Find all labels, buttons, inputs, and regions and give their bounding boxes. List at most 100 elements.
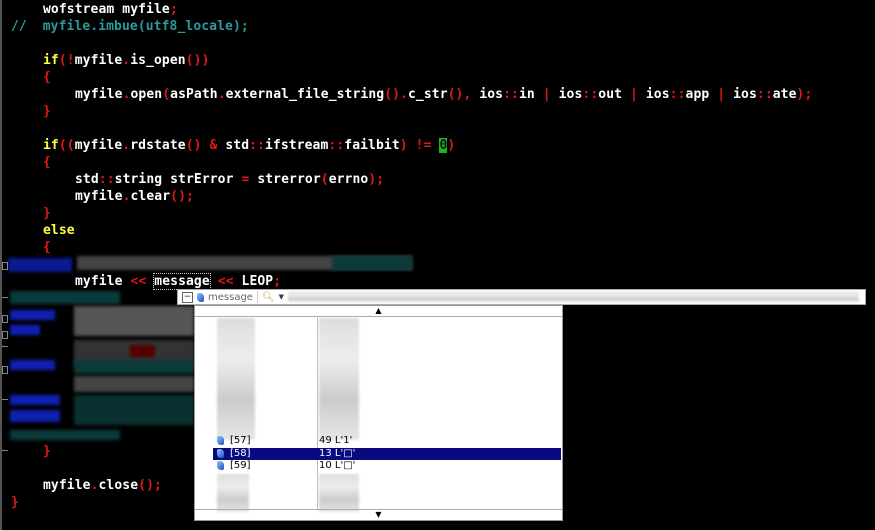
- magnifier-icon[interactable]: 🔍︎: [262, 292, 275, 303]
- fold-marker[interactable]: [2, 331, 8, 339]
- fold-marker[interactable]: [2, 315, 8, 323]
- code-token: myfile: [43, 478, 91, 493]
- redacted-code: [74, 360, 194, 374]
- code-token: .: [122, 87, 131, 102]
- code-token: in: [518, 87, 543, 102]
- datatip-value-blurred: [288, 292, 859, 302]
- element-index: [59]: [230, 460, 251, 471]
- code-line: {: [43, 154, 51, 171]
- fold-marker[interactable]: [2, 262, 8, 270]
- code-token: ;: [273, 274, 282, 289]
- code-token: |: [717, 87, 726, 102]
- redacted-code: [8, 258, 72, 272]
- code-token: strerror: [249, 172, 321, 187]
- watch-row[interactable]: [59] 10 L'□': [213, 460, 561, 472]
- code-token: &: [201, 138, 226, 153]
- code-line: else: [43, 222, 75, 239]
- element-icon: [217, 461, 224, 470]
- code-token: myfile.imbue(utf8_locale);: [42, 19, 249, 34]
- code-token: else: [43, 223, 75, 238]
- code-token: myfile: [75, 274, 131, 289]
- code-line: myfile.close();: [43, 477, 162, 494]
- code-token: is_open: [130, 53, 186, 68]
- element-index: [57]: [230, 435, 251, 446]
- code-token: ().: [384, 87, 408, 102]
- code-token: clear: [130, 189, 171, 204]
- code-line: wofstream myfile;: [43, 1, 178, 18]
- code-token: myfile: [74, 138, 123, 153]
- code-token: (: [162, 87, 171, 102]
- datatip-list[interactable]: ▲ [57] 49 L'1' [58] 13 L'□' [59] 10 L'□' ▼: [194, 305, 563, 521]
- code-token: ios: [471, 87, 504, 102]
- element-value: 10 L'□': [319, 460, 356, 471]
- code-token: (!: [58, 53, 75, 68]
- code-token: ): [399, 138, 408, 153]
- code-token: ();: [138, 478, 162, 493]
- code-token: ifstream: [265, 138, 329, 153]
- code-line: if((myfile.rdstate() & std::ifstream::fa…: [43, 137, 455, 154]
- code-line: {: [43, 239, 51, 256]
- code-token: ();: [170, 189, 194, 204]
- element-index: [58]: [230, 447, 251, 459]
- redacted-code: [130, 345, 155, 357]
- code-token: }: [43, 444, 51, 459]
- code-line: std::string strError = strerror(errno);: [75, 171, 384, 188]
- code-token: myfile: [75, 189, 123, 204]
- code-token: {: [43, 70, 51, 85]
- fold-marker[interactable]: [2, 366, 8, 374]
- code-token: failbit: [344, 138, 400, 153]
- code-token: {: [43, 155, 51, 170]
- code-token: }: [11, 495, 19, 510]
- code-line: }: [11, 494, 19, 511]
- collapse-icon[interactable]: −: [182, 291, 193, 303]
- code-token: ::: [98, 172, 115, 187]
- code-token: std: [75, 172, 99, 187]
- code-token: .: [217, 87, 226, 102]
- code-token: .: [122, 189, 131, 204]
- scroll-down-button[interactable]: ▼: [195, 509, 562, 520]
- code-line: }: [43, 103, 51, 120]
- code-token: <<: [217, 274, 234, 289]
- code-token: ;: [169, 2, 178, 17]
- gutter-tick: [2, 450, 8, 451]
- code-line: myfile << message << LEOP;: [75, 273, 281, 290]
- code-token: (): [185, 138, 202, 153]
- scroll-up-button[interactable]: ▲: [195, 306, 562, 317]
- code-token: out: [598, 87, 630, 102]
- redacted-code: [10, 410, 60, 422]
- code-line: {: [43, 69, 51, 86]
- watch-row[interactable]: [58] 13 L'□': [213, 447, 561, 460]
- code-token: close: [98, 478, 139, 493]
- code-token: c_str: [407, 87, 448, 102]
- chevron-down-icon[interactable]: ▼: [279, 293, 284, 301]
- variable-icon: [197, 292, 204, 302]
- code-token: string strError: [114, 172, 242, 187]
- code-token: wofstream myfile: [43, 2, 170, 17]
- code-token: ios: [637, 87, 670, 102]
- code-token: std: [225, 138, 250, 153]
- code-token: external_file_string: [225, 87, 385, 102]
- datatip-variable-name: message: [208, 291, 253, 303]
- element-value: 13 L'□': [319, 447, 356, 459]
- code-token: );: [368, 172, 385, 187]
- code-token: ::: [328, 138, 345, 153]
- code-token: ios: [550, 87, 583, 102]
- redacted-code: [74, 376, 194, 392]
- code-token: <<: [130, 274, 147, 289]
- code-token: //: [11, 19, 43, 34]
- code-token: ::: [503, 87, 519, 102]
- code-token: ): [447, 138, 456, 153]
- datatip-header: − message 🔍︎ ▼: [177, 289, 866, 305]
- code-token: !=: [407, 138, 440, 153]
- watch-row[interactable]: [57] 49 L'1': [213, 435, 561, 447]
- code-token: if: [43, 138, 59, 153]
- element-value: 49 L'1': [319, 435, 353, 446]
- hovered-token: message: [153, 273, 211, 290]
- redacted-code: [74, 306, 194, 336]
- code-token: ::: [756, 87, 773, 102]
- code-token: ::: [582, 87, 599, 102]
- gutter-tick: [2, 297, 8, 298]
- redacted-code: [10, 325, 40, 335]
- code-token: asPath: [170, 87, 218, 102]
- element-icon: [217, 436, 224, 445]
